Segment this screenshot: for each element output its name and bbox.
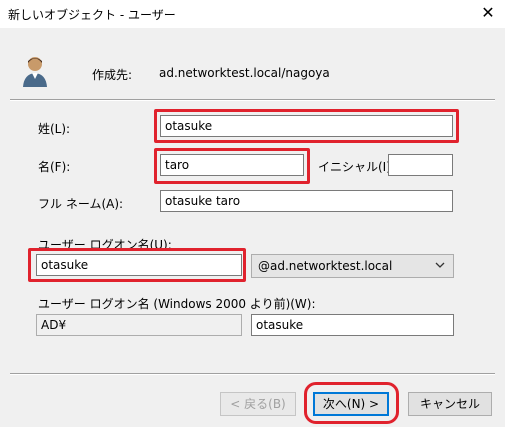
separator-top	[10, 99, 495, 101]
cancel-button[interactable]: キャンセル	[408, 392, 492, 416]
separator-bottom	[10, 373, 495, 375]
pre2000-domain-field: AD¥	[36, 314, 242, 336]
domain-suffix-value: @ad.networktest.local	[258, 259, 393, 273]
create-in-label: 作成先:	[92, 68, 133, 82]
highlight-logon-name	[28, 248, 246, 282]
domain-suffix-select[interactable]: @ad.networktest.local	[251, 254, 454, 278]
highlight-first-name	[154, 148, 310, 184]
full-name-label: フル ネーム(A):	[38, 197, 124, 211]
pre2000-name-field[interactable]: otasuke	[251, 314, 454, 336]
title-bar: 新しいオブジェクト - ユーザー ✕	[0, 0, 505, 28]
user-icon	[23, 57, 47, 87]
initials-field[interactable]	[388, 154, 453, 176]
pre2000-label: ユーザー ログオン名 (Windows 2000 より前)(W):	[38, 297, 316, 311]
create-in-value: ad.networktest.local/nagoya	[159, 66, 330, 80]
close-icon[interactable]: ✕	[477, 2, 499, 24]
highlight-last-name	[154, 109, 459, 143]
highlight-next-button	[304, 382, 399, 424]
window-title: 新しいオブジェクト - ユーザー	[8, 8, 176, 22]
full-name-field[interactable]: otasuke taro	[160, 190, 453, 212]
chevron-down-icon	[435, 262, 445, 268]
last-name-label: 姓(L):	[38, 122, 71, 136]
initials-label: イニシャル(I):	[318, 160, 395, 174]
new-user-dialog: 新しいオブジェクト - ユーザー ✕ 作成先: ad.networktest.l…	[0, 0, 505, 427]
first-name-label: 名(F):	[38, 160, 71, 174]
back-button[interactable]: < 戻る(B)	[220, 392, 296, 416]
